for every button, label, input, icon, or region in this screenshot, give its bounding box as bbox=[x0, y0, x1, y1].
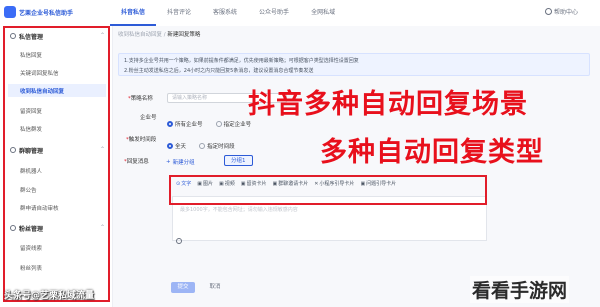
rule-name-label: *策略名称 bbox=[128, 96, 153, 102]
group-chip[interactable]: 分组1 bbox=[224, 155, 253, 166]
overlay-caption-1: 抖音多种自动回复场景 bbox=[248, 89, 528, 120]
breadcrumb-parent[interactable]: 收到私信自动回复 bbox=[118, 32, 162, 38]
help-label: 帮助中心 bbox=[554, 9, 579, 16]
watermark-left: 头条号@艺栗私域流量 bbox=[4, 291, 95, 301]
tab-official-account[interactable]: 公众号助手 bbox=[248, 0, 300, 26]
account-specific-radio[interactable]: 指定企业号 bbox=[215, 120, 251, 128]
top-nav: 抖音私信 抖音评论 客服系统 公众号助手 全网私域 bbox=[110, 0, 346, 26]
breadcrumb-separator: / bbox=[163, 32, 166, 38]
notice-line-1: 1.支持多企业号共用一个策略，如果前提条件都满足，优先使用最新策略；可根据客户类… bbox=[124, 58, 359, 64]
breadcrumb-current: 新建回复策略 bbox=[167, 32, 201, 38]
tab-douyin-message[interactable]: 抖音私信 bbox=[110, 0, 157, 26]
submit-button[interactable]: 提交 bbox=[171, 282, 195, 293]
editor-placeholder: 最多1000字，不能包含网址；请勿输入违规敏感内容 bbox=[180, 207, 298, 213]
tab-douyin-comment[interactable]: 抖音评论 bbox=[156, 0, 202, 26]
reply-label: *回复消息 bbox=[124, 159, 149, 165]
time-radio-group: 全天 指定时间段 bbox=[167, 134, 243, 153]
watermark-right: 看看手游网 bbox=[470, 276, 570, 303]
tab-private-domain[interactable]: 全网私域 bbox=[300, 0, 346, 26]
emoji-icon[interactable] bbox=[176, 238, 182, 244]
brand[interactable]: 艺栗企业号私信助手 bbox=[4, 4, 73, 20]
account-radio-group: 所有企业号 指定企业号 bbox=[167, 112, 259, 131]
plus-icon: + bbox=[166, 159, 171, 165]
help-center-link[interactable]: 帮助中心 bbox=[545, 7, 578, 16]
account-all-radio[interactable]: 所有企业号 bbox=[167, 120, 203, 128]
notice-line-2: 2.粉丝主动发送私信之后，24小时之内只能回复5条消息，建议设置消息合理节奏发送 bbox=[124, 68, 314, 74]
time-all-day-radio[interactable]: 全天 bbox=[167, 142, 186, 150]
add-group-button[interactable]: + 新建分组 bbox=[166, 157, 195, 167]
cancel-button[interactable]: 取消 bbox=[204, 282, 226, 293]
brand-name: 艺栗企业号私信助手 bbox=[19, 9, 74, 17]
message-type-highlight-box bbox=[169, 175, 487, 205]
time-label: *触发时间段 bbox=[126, 137, 157, 143]
time-range-radio[interactable]: 指定时间段 bbox=[199, 142, 235, 150]
help-icon bbox=[545, 8, 552, 15]
account-label: 企业号 bbox=[140, 115, 157, 121]
tab-service-system[interactable]: 客服系统 bbox=[202, 0, 248, 26]
overlay-caption-2: 多种自动回复类型 bbox=[320, 137, 544, 168]
breadcrumb: 收到私信自动回复 / 新建回复策略 bbox=[118, 30, 200, 38]
sidebar-highlight-box bbox=[3, 26, 110, 302]
app-logo-icon bbox=[4, 6, 16, 18]
